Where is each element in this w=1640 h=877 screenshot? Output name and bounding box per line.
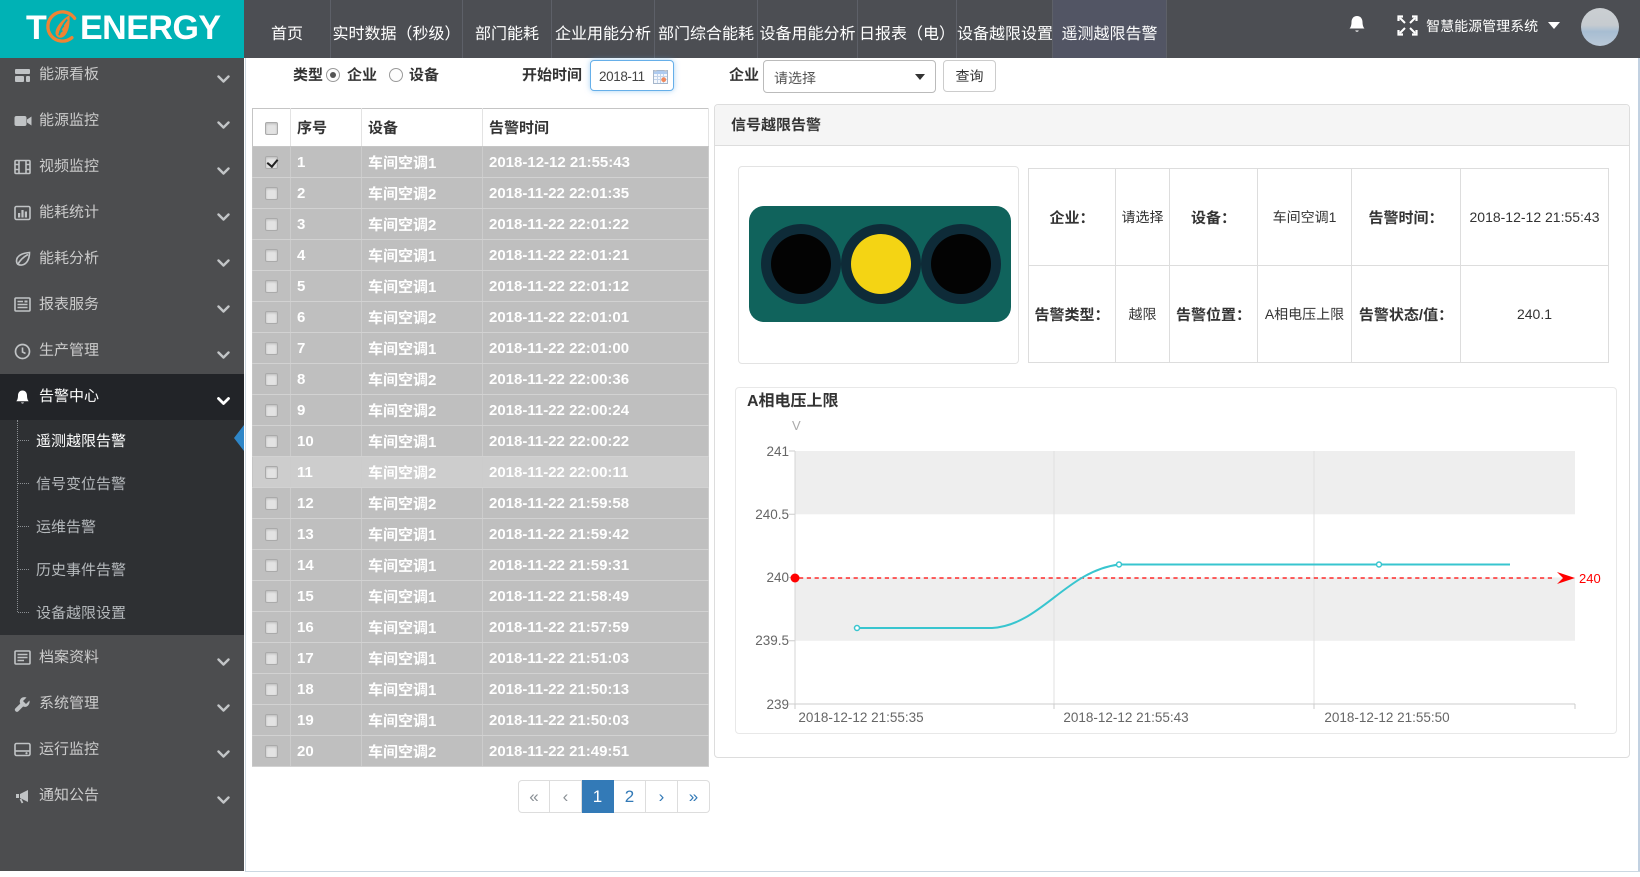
- svg-text:241: 241: [766, 444, 789, 459]
- svg-text:240: 240: [1579, 571, 1601, 586]
- svg-text:2018-12-12 21:55:43: 2018-12-12 21:55:43: [1063, 710, 1188, 725]
- svg-text:239.5: 239.5: [755, 633, 789, 648]
- svg-text:240: 240: [766, 570, 789, 585]
- svg-text:2018-12-12 21:55:50: 2018-12-12 21:55:50: [1324, 710, 1449, 725]
- svg-text:239: 239: [766, 697, 789, 712]
- svg-text:V: V: [792, 418, 801, 433]
- svg-text:2018-12-12 21:55:35: 2018-12-12 21:55:35: [798, 710, 923, 725]
- svg-text:240.5: 240.5: [755, 507, 789, 522]
